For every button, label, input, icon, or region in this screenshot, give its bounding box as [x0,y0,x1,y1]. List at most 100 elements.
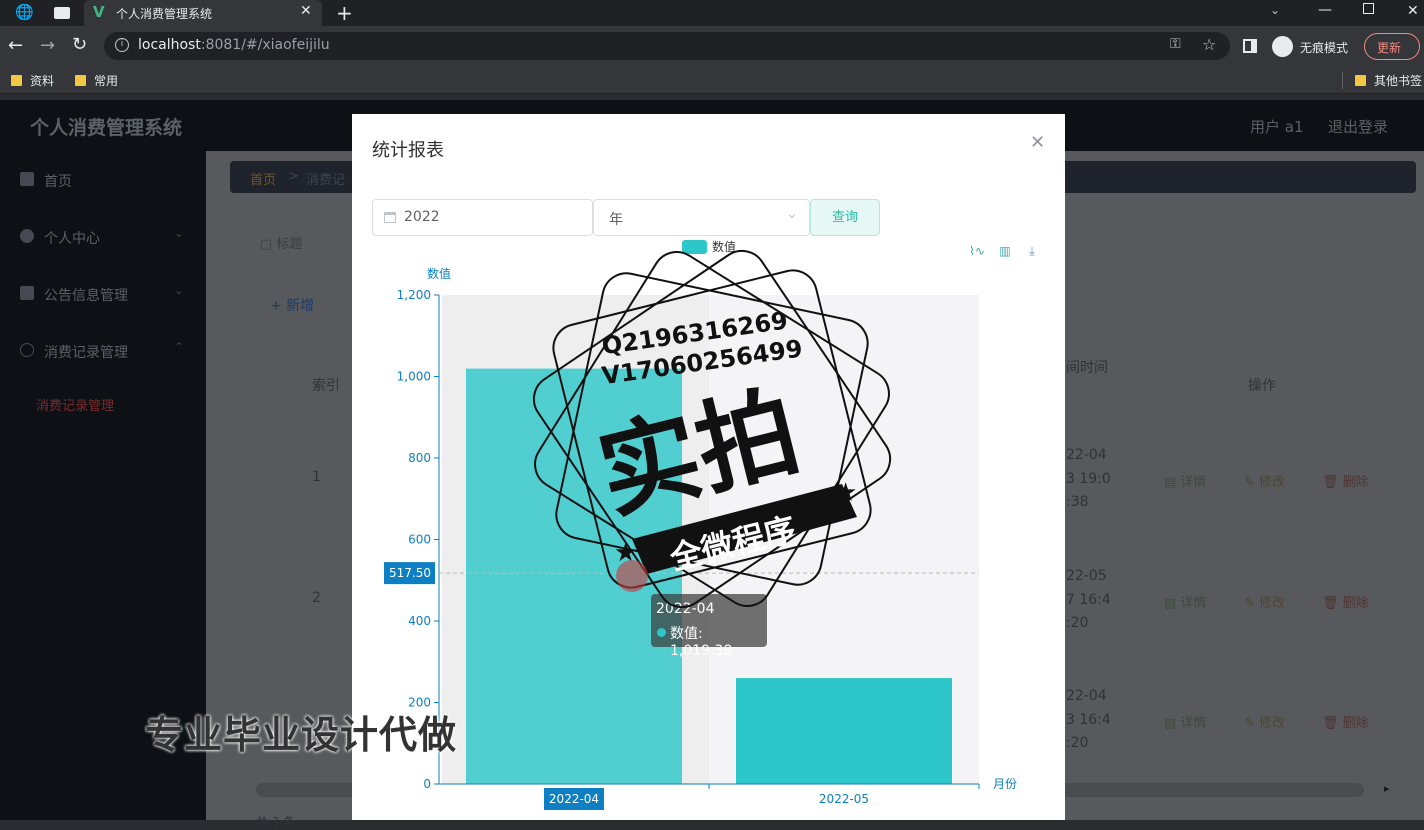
sidebar-item-home[interactable]: 首页 [0,167,206,193]
bookmarks-bar: 资料 常用 其他书签 [0,68,1424,94]
x-axis-title: 月份 [993,777,1017,791]
edit-button[interactable]: ✎ 修改 [1244,471,1285,490]
folder-icon [75,75,86,86]
total-count: 共 3 条 [256,815,296,829]
forward-icon[interactable]: → [40,35,55,56]
browser-tab[interactable]: V 个人消费管理系统 ✕ [84,0,322,26]
minimize-icon[interactable]: — [1318,2,1332,18]
url-host: localhost [138,37,201,53]
x-axis-ticks: 2022-04 2022-05 [544,784,980,810]
x-tick-label: 2022-04 [549,792,599,806]
update-button[interactable]: 更新 [1364,33,1420,60]
tooltip-marker [657,628,666,637]
edit-button[interactable]: ✎ 修改 [1244,592,1285,611]
sidebar-item-label: 公告信息管理 [44,288,128,304]
window-close-icon[interactable]: ✕ [1407,3,1419,19]
user-label: 用户 a1 [1250,118,1304,136]
maximize-icon[interactable] [1363,3,1374,14]
delete-button[interactable]: 🗑 删除 [1322,712,1369,731]
address-bar[interactable]: i localhost:8081/#/xiaofeijilu ⚿ ☆ [104,32,1230,60]
cursor-hand-icon [616,560,648,592]
row-time: 7 16:4 [1066,592,1111,608]
watermark-text: 专业毕业设计代做 [145,713,458,757]
y-tick-label: 1,000 [397,370,431,384]
stamp-watermark: Q2196316269 V17060256499 实拍 全微程序 ★ ★ [532,249,892,609]
y-tick-label: 400 [408,614,431,628]
row-index: 2 [312,590,321,606]
stats-modal: 统计报表 ✕ 2022 年 ⌄ 查询 ⌇∿ ▥ ⤓ 数值 数值 月份 0 200 4… [352,114,1065,820]
tab-list-chevron-icon[interactable]: ⌄ [1270,3,1280,17]
new-tab-icon[interactable]: + [336,1,353,25]
incognito-label: 无痕模式 [1300,41,1349,55]
key-icon[interactable]: ⚿ [1170,36,1181,52]
add-button[interactable]: + 新增 [270,295,314,315]
y-tick-label: 800 [408,451,431,465]
bookmark-folder-changyong[interactable]: 常用 [75,72,118,89]
side-panel-icon[interactable] [1243,39,1257,53]
bookmark-divider [1342,72,1343,89]
globe-icon[interactable]: 🌐 [15,5,34,20]
delete-button[interactable]: 🗑 删除 [1322,592,1369,611]
back-icon[interactable]: ← [8,35,23,56]
table-header-time: 间时间 [1066,360,1108,376]
bookmark-folder-ziliao[interactable]: 资料 [11,72,54,89]
incognito-icon [1272,36,1293,57]
tab-title: 个人消费管理系统 [116,7,213,21]
y-tick-label: 1,200 [397,288,431,302]
detail-button[interactable]: ▤ 详情 [1164,712,1206,731]
row-index: 1 [312,469,321,485]
tooltip-value: 数值: 1,019.38 [670,626,733,659]
edit-button[interactable]: ✎ 修改 [1244,712,1285,731]
reload-icon[interactable]: ↻ [72,34,87,55]
breadcrumb-current: 消费记 [306,173,346,188]
site-info-icon[interactable]: i [115,38,129,52]
delete-label: 删除 [1342,596,1369,611]
bookmark-label: 资料 [30,74,55,88]
stamp-star-right-icon: ★ [834,478,857,508]
folder-icon [1355,75,1366,86]
folder-icon [11,75,22,86]
bookmark-label: 其他书签 [1374,74,1423,88]
delete-button[interactable]: 🗑 删除 [1322,471,1369,490]
scroll-right-icon[interactable]: ▸ [1384,782,1390,795]
chevron-down-icon: ⌄ [173,226,184,240]
row-date: 22-04 [1066,447,1107,463]
y-axis-title: 数值 [427,266,451,281]
briefcase-icon [20,286,34,300]
detail-label: 详情 [1180,475,1207,490]
chevron-up-icon: ⌃ [173,340,184,354]
sidebar-item-records[interactable]: 消费记录管理 ⌃ [0,338,206,364]
edit-label: 修改 [1259,596,1286,611]
logout-link[interactable]: 退出登录 [1328,116,1388,137]
row-seconds: :38 [1066,494,1089,510]
clock-icon [20,343,34,357]
home-icon [20,172,34,186]
detail-button[interactable]: ▤ 详情 [1164,471,1206,490]
bookmark-label: 常用 [94,74,119,88]
row-seconds: :20 [1066,615,1089,631]
table-header-index: 索引 [312,378,340,394]
detail-button[interactable]: ▤ 详情 [1164,592,1206,611]
sidebar-item-label: 消费记录管理 [44,345,128,361]
app-title: 个人消费管理系统 [30,117,183,139]
edit-label: 修改 [1259,475,1286,490]
sidebar-item-personal[interactable]: 个人中心 ⌄ [0,224,206,250]
edit-label: 修改 [1259,716,1286,731]
breadcrumb-home[interactable]: 首页 [250,169,276,188]
bookmark-folder-other[interactable]: 其他书签 [1355,72,1422,89]
bar [736,678,952,784]
browser-toolbar: ← → ↻ i localhost:8081/#/xiaofeijilu ⚿ ☆… [0,26,1424,68]
url-path: :8081/#/xiaofeijilu [200,37,330,53]
sidebar-item-notice[interactable]: 公告信息管理 ⌄ [0,281,206,307]
chevron-down-icon: ⌄ [173,283,184,297]
url-text: localhost:8081/#/xiaofeijilu [138,37,330,53]
crosshair-value: 517.50 [389,566,431,580]
row-time: 3 19:0 [1066,471,1111,487]
user-icon [20,229,34,243]
detail-label: 详情 [1180,596,1207,611]
vue-logo-icon: V [93,3,105,21]
sidebar-subitem-records[interactable]: 消费记录管理 [36,395,114,414]
star-icon[interactable]: ☆ [1202,35,1216,54]
tab-search-icon[interactable] [54,7,70,19]
tab-close-icon[interactable]: ✕ [300,3,312,19]
